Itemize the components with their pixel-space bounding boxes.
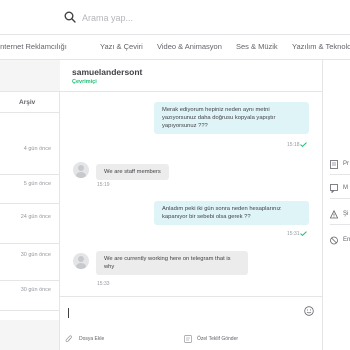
message-incoming: We are currently working here on telegra… — [96, 251, 248, 275]
side-panel-item[interactable]: Pr — [330, 160, 350, 170]
online-status: Çevrimiçi — [72, 79, 97, 85]
avatar — [73, 253, 89, 269]
category-nav: İnternet Reklamcılığı Yazı & Çeviri Vide… — [0, 34, 350, 60]
message-incoming: We are staff members — [96, 164, 169, 180]
side-panel-item[interactable]: Şi — [330, 210, 350, 220]
top-search-bar — [0, 0, 350, 34]
document-icon — [330, 160, 338, 169]
attach-file-button[interactable]: Dosya Ekle — [79, 336, 104, 342]
conversation-time: 5 gün önce — [23, 181, 51, 187]
list-divider — [0, 203, 60, 204]
list-divider — [0, 280, 60, 281]
side-panel-item[interactable]: M — [330, 184, 350, 194]
conversation-time: 4 gün önce — [23, 146, 51, 152]
category-software-tech[interactable]: Yazılım & Teknoloji — [292, 42, 350, 51]
list-divider — [0, 174, 60, 175]
conversation-time: 30 gün önce — [20, 287, 51, 293]
message-time: 15:19 — [97, 182, 110, 188]
send-custom-offer-button[interactable]: Özel Teklif Gönder — [197, 336, 238, 342]
read-check-icon — [300, 142, 307, 147]
conversation-list-header — [0, 60, 60, 92]
side-panel-label: Pr — [343, 161, 349, 167]
side-panel-label: En — [343, 237, 350, 243]
search-icon[interactable] — [64, 11, 76, 23]
archive-tab[interactable]: Arşiv — [19, 99, 35, 106]
conversation-time: 30 gün önce — [20, 252, 51, 258]
category-internet-ads[interactable]: İnternet Reklamcılığı — [0, 42, 67, 51]
category-writing-translation[interactable]: Yazı & Çeviri — [100, 42, 143, 51]
conversation-list: Arşiv 4 gün önce 5 gün önce 24 gün önce … — [0, 60, 60, 320]
avatar — [73, 162, 89, 178]
list-divider — [0, 112, 60, 113]
compose-actions: Dosya Ekle Özel Teklif Gönder — [60, 330, 322, 350]
warning-icon — [330, 210, 338, 219]
chat-username[interactable]: samuelandersont — [72, 67, 142, 77]
message-outgoing: Anladım peki iki gün sonra neden hesapla… — [154, 201, 309, 225]
message-time: 15:18 — [287, 142, 300, 148]
chat-header: samuelandersont Çevrimiçi — [60, 60, 322, 92]
side-panel-label: Şi — [343, 211, 349, 217]
message-input[interactable] — [60, 296, 322, 326]
emoji-icon[interactable] — [304, 306, 314, 316]
message-icon — [330, 184, 338, 193]
conversation-time: 24 gün önce — [20, 214, 51, 220]
side-panel-item[interactable]: En — [330, 236, 350, 246]
list-divider — [0, 243, 60, 244]
conversation-side-panel: Pr M Şi En — [322, 60, 350, 350]
side-panel-divider — [330, 224, 350, 225]
message-outgoing: Merak ediyorum hepiniz neden aynı metni … — [154, 102, 309, 134]
category-video-animation[interactable]: Video & Animasyon — [157, 42, 222, 51]
offer-icon[interactable] — [184, 335, 192, 343]
side-panel-divider — [330, 174, 350, 175]
message-time: 15:33 — [97, 281, 110, 287]
search-input[interactable] — [82, 9, 312, 26]
block-icon — [330, 236, 338, 245]
text-cursor — [68, 308, 69, 318]
side-panel-divider — [330, 198, 350, 199]
side-panel-label: M — [343, 185, 348, 191]
category-audio-music[interactable]: Ses & Müzik — [236, 42, 278, 51]
read-check-icon — [300, 231, 307, 236]
message-time: 15:31 — [287, 231, 300, 237]
conversation-list-footer — [0, 320, 60, 350]
paperclip-icon[interactable] — [65, 335, 73, 344]
list-divider — [0, 310, 60, 311]
